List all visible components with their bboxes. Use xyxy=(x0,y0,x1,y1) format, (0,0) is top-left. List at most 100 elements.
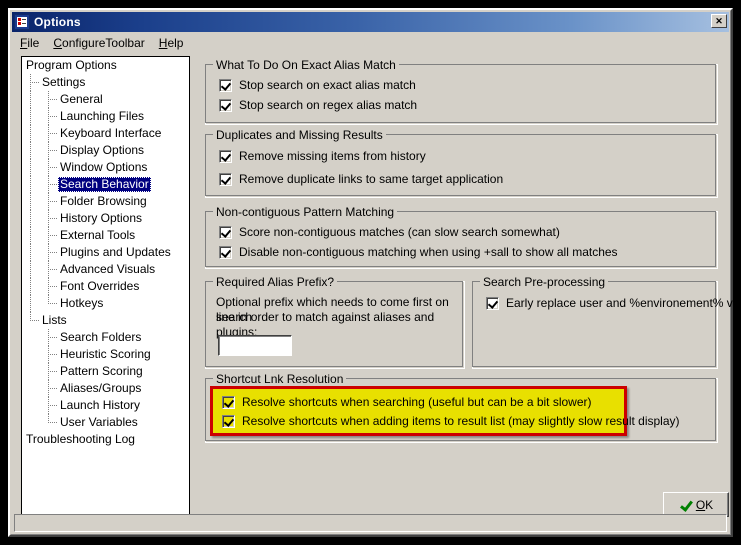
tree-connector xyxy=(22,312,40,329)
checkbox-label: Early replace user and %environement% va… xyxy=(506,296,741,310)
tree-item-label: Program Options xyxy=(26,58,117,72)
tree-connector xyxy=(22,244,58,261)
options-window: Options ✕ File ConfigureToolbar Help Pro… xyxy=(8,8,741,537)
group-title-shortcut-lnk-resolution: Shortcut Lnk Resolution xyxy=(213,372,347,386)
tree-item-label: Window Options xyxy=(60,160,148,174)
checkbox-box-icon[interactable] xyxy=(222,414,235,428)
tree-connector xyxy=(22,380,58,397)
checkbox-box-icon[interactable] xyxy=(219,245,232,259)
tree-item-label: Lists xyxy=(42,313,67,327)
tree-item-label: Aliases/Groups xyxy=(60,381,142,395)
tree-item-hotkeys[interactable]: Hotkeys xyxy=(22,295,189,312)
checkbox-disable-non-contiguous-sall[interactable]: Disable non-contiguous matching when usi… xyxy=(219,245,618,259)
alias-prefix-input[interactable] xyxy=(218,335,292,356)
checkbox-stop-search-regex-alias[interactable]: Stop search on regex alias match xyxy=(219,98,417,112)
green-check-icon xyxy=(679,499,691,511)
tree-item-label: General xyxy=(60,92,103,106)
checkbox-resolve-shortcuts-when-adding[interactable]: Resolve shortcuts when adding items to r… xyxy=(222,414,680,428)
tree-item-search-folders[interactable]: Search Folders xyxy=(22,329,189,346)
tree-item-label: Troubleshooting Log xyxy=(26,432,135,446)
checkbox-box-icon[interactable] xyxy=(222,395,235,409)
tree-item-label: Display Options xyxy=(60,143,145,157)
checkbox-box-icon[interactable] xyxy=(219,98,232,112)
group-required-alias-prefix: Required Alias Prefix? Optional prefix w… xyxy=(205,275,465,369)
tree-item-label: Search Behavior xyxy=(58,177,151,192)
group-search-pre-processing: Search Pre-processing Early replace user… xyxy=(472,275,741,369)
tree-item-label: History Options xyxy=(60,211,143,225)
menu-item-configuretoolbar[interactable]: ConfigureToolbar xyxy=(46,35,151,51)
checkbox-label: Score non-contiguous matches (can slow s… xyxy=(239,225,560,239)
tree-connector xyxy=(22,108,58,125)
tree-item-label: Heuristic Scoring xyxy=(60,347,151,361)
tree-item-label: Keyboard Interface xyxy=(60,126,162,140)
checkbox-label: Stop search on regex alias match xyxy=(239,98,418,112)
tree-item-label: Search Folders xyxy=(60,330,142,344)
tree-item-search-behavior[interactable]: Search Behavior xyxy=(22,176,189,193)
checkbox-score-non-contiguous[interactable]: Score non-contiguous matches (can slow s… xyxy=(219,225,560,239)
tree-item-label: External Tools xyxy=(60,228,136,242)
checkbox-stop-search-exact-alias[interactable]: Stop search on exact alias match xyxy=(219,78,416,92)
menu-bar: File ConfigureToolbar Help xyxy=(13,34,728,52)
tree-item-aliases-groups[interactable]: Aliases/Groups xyxy=(22,380,189,397)
tree-item-external-tools[interactable]: External Tools xyxy=(22,227,189,244)
group-title-duplicates-missing-results: Duplicates and Missing Results xyxy=(213,128,386,142)
tree-item-label: Pattern Scoring xyxy=(60,364,143,378)
tree-item-label: Plugins and Updates xyxy=(60,245,171,259)
tree-item-plugins-and-updates[interactable]: Plugins and Updates xyxy=(22,244,189,261)
tree-item-advanced-visuals[interactable]: Advanced Visuals xyxy=(22,261,189,278)
tree-item-label: Folder Browsing xyxy=(60,194,147,208)
checkbox-remove-missing-items[interactable]: Remove missing items from history xyxy=(219,149,426,163)
tree-item-pattern-scoring[interactable]: Pattern Scoring xyxy=(22,363,189,380)
tree-item-troubleshooting-log[interactable]: Troubleshooting Log xyxy=(22,431,189,448)
tree-connector xyxy=(22,414,58,431)
tree-connector xyxy=(22,210,58,227)
tree-item-settings[interactable]: Settings xyxy=(22,74,189,91)
tree-connector xyxy=(22,227,58,244)
checkbox-box-icon[interactable] xyxy=(486,296,499,310)
checkbox-label: Remove duplicate links to same target ap… xyxy=(239,172,504,186)
tree-item-history-options[interactable]: History Options xyxy=(22,210,189,227)
tree-item-program-options[interactable]: Program Options xyxy=(22,57,189,74)
group-duplicates-missing-results: Duplicates and Missing Results Remove mi… xyxy=(205,128,718,198)
tree-connector xyxy=(22,125,58,142)
checkbox-label: Disable non-contiguous matching when usi… xyxy=(239,245,618,259)
tree-item-keyboard-interface[interactable]: Keyboard Interface xyxy=(22,125,189,142)
tree-connector xyxy=(22,346,58,363)
menu-item-file[interactable]: File xyxy=(13,35,46,51)
group-exact-alias-match: What To Do On Exact Alias Match Stop sea… xyxy=(205,58,718,125)
title-bar[interactable]: Options ✕ xyxy=(12,12,729,32)
checkbox-box-icon[interactable] xyxy=(219,78,232,92)
tree-connector xyxy=(22,295,58,312)
tree-item-launching-files[interactable]: Launching Files xyxy=(22,108,189,125)
tree-item-launch-history[interactable]: Launch History xyxy=(22,397,189,414)
checkbox-resolve-shortcuts-when-searching[interactable]: Resolve shortcuts when searching (useful… xyxy=(222,395,592,409)
group-title-required-alias-prefix: Required Alias Prefix? xyxy=(213,275,338,289)
tree-connector xyxy=(22,91,58,108)
menu-item-help[interactable]: Help xyxy=(152,35,191,51)
tree-item-user-variables[interactable]: User Variables xyxy=(22,414,189,431)
tree-connector xyxy=(22,159,58,176)
checkbox-early-replace-vars[interactable]: Early replace user and %environement% va… xyxy=(486,296,741,310)
tree-item-heuristic-scoring[interactable]: Heuristic Scoring xyxy=(22,346,189,363)
group-title-search-pre-processing: Search Pre-processing xyxy=(480,275,609,289)
checkbox-box-icon[interactable] xyxy=(219,149,232,163)
options-tree[interactable]: Program Options Settings General Launching … xyxy=(21,56,190,515)
checkbox-label: Remove missing items from history xyxy=(239,149,426,163)
group-shortcut-lnk-resolution: Shortcut Lnk Resolution Resolve shortcut… xyxy=(205,372,718,443)
tree-item-folder-browsing[interactable]: Folder Browsing xyxy=(22,193,189,210)
tree-item-label: Launch History xyxy=(60,398,141,412)
close-icon[interactable]: ✕ xyxy=(711,14,727,28)
tree-item-window-options[interactable]: Window Options xyxy=(22,159,189,176)
tree-item-label: User Variables xyxy=(60,415,138,429)
tree-connector xyxy=(22,74,40,91)
tree-item-font-overrides[interactable]: Font Overrides xyxy=(22,278,189,295)
tree-item-general[interactable]: General xyxy=(22,91,189,108)
tree-item-label: Hotkeys xyxy=(60,296,104,310)
checkbox-box-icon[interactable] xyxy=(219,172,232,186)
checkbox-remove-duplicate-links[interactable]: Remove duplicate links to same target ap… xyxy=(219,172,503,186)
tree-item-display-options[interactable]: Display Options xyxy=(22,142,189,159)
tree-item-label: Settings xyxy=(42,75,86,89)
checkbox-box-icon[interactable] xyxy=(219,225,232,239)
tree-item-lists[interactable]: Lists xyxy=(22,312,189,329)
tree-item-label: Launching Files xyxy=(60,109,145,123)
